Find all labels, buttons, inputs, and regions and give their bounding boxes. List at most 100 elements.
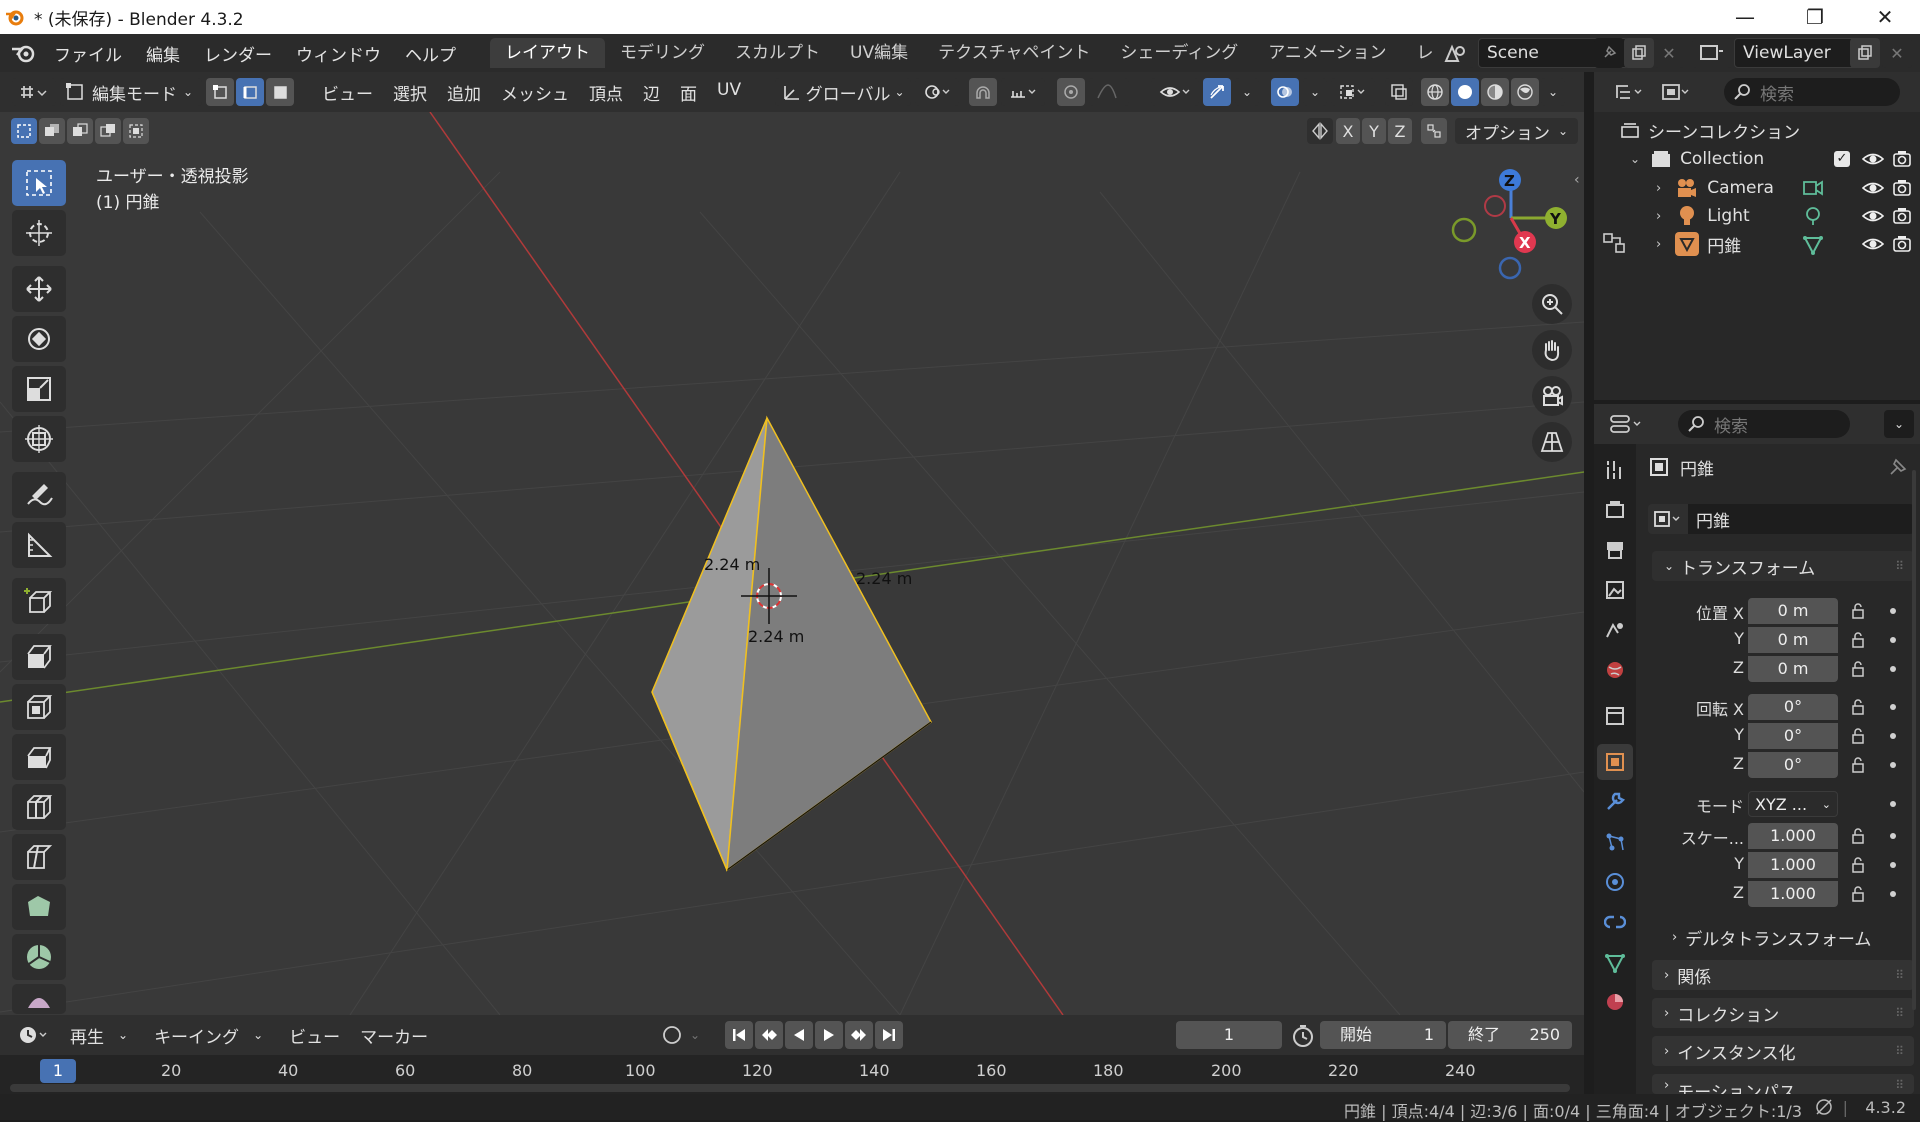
menu-mesh[interactable]: メッシュ [491,80,579,105]
rendered-shading-icon[interactable] [1511,78,1540,106]
tab-modeling[interactable]: モデリング [605,38,720,68]
menu-playback[interactable]: 再生 [60,1023,114,1048]
outliner-item-light[interactable]: › Light [1594,202,1920,230]
menu-keying[interactable]: キーイング [144,1023,249,1048]
scene-collection-row[interactable]: シーンコレクション [1594,116,1920,144]
motion-paths-section[interactable]: › モーションパス ⠿ [1652,1074,1914,1094]
visibility-dropdown-icon[interactable] [1151,78,1200,106]
end-frame-field[interactable]: 終了 250 [1448,1021,1572,1049]
drag-handle-icon[interactable]: ⠿ [1895,559,1904,573]
scale-tool-icon[interactable] [12,366,66,412]
select-extend-icon[interactable] [39,118,65,144]
timeline-editor-type-icon[interactable] [14,1021,54,1049]
lock-icon[interactable] [1850,756,1868,774]
vertex-select-button[interactable] [206,78,234,106]
render-camera-icon[interactable] [1892,235,1912,253]
outliner-search-input[interactable]: 検索 [1724,78,1900,106]
properties-search-input[interactable]: 検索 [1678,410,1850,438]
constraints-tab-icon[interactable] [1597,904,1633,940]
keyframe-dot-icon[interactable] [1890,637,1896,643]
eye-icon[interactable] [1862,151,1884,167]
scene-tab-icon[interactable] [1597,612,1633,648]
wireframe-shading-icon[interactable] [1421,78,1450,106]
expand-camera-icon[interactable]: › [1656,181,1661,196]
next-keyframe-icon[interactable] [845,1021,873,1049]
transform-tool-icon[interactable] [12,416,66,462]
loop-cut-tool-icon[interactable] [12,784,66,830]
tab-uv-editing[interactable]: UV編集 [835,38,923,68]
lock-icon[interactable] [1850,660,1868,678]
location-z-field[interactable]: 0 m [1748,656,1838,682]
menu-file[interactable]: ファイル [42,41,134,66]
cursor-tool-icon[interactable] [12,210,66,256]
3d-viewport[interactable]: 2.24 m 2.24 m 2.24 m Z Y X 編集モード ⌄ ビュー 選択… [0,72,1584,1015]
lock-icon[interactable] [1850,885,1868,903]
data-tab-icon[interactable] [1597,944,1633,980]
object-tab-icon[interactable] [1597,744,1633,780]
lock-icon[interactable] [1850,631,1868,649]
select-intersect-icon[interactable] [123,118,149,144]
location-y-field[interactable]: 0 m [1748,627,1838,653]
play-reverse-icon[interactable] [785,1021,813,1049]
rotation-y-field[interactable]: 0° [1748,723,1838,749]
mirror-y-toggle[interactable]: Y [1362,118,1386,144]
close-icon[interactable]: ✕ [1850,0,1920,34]
tool-tab-icon[interactable] [1597,452,1633,488]
rotate-tool-icon[interactable] [12,316,66,362]
snap-toggle-icon[interactable] [969,78,998,106]
particles-tab-icon[interactable] [1597,824,1633,860]
snap-target-icon[interactable] [1001,78,1046,106]
timeline-scrollbar[interactable] [10,1084,1570,1092]
pin-scene-icon[interactable] [1594,38,1624,68]
prev-keyframe-icon[interactable] [755,1021,783,1049]
select-box-tool-icon[interactable] [12,160,66,206]
pan-hand-icon[interactable] [1532,330,1572,370]
mirror-z-toggle[interactable]: Z [1388,118,1412,144]
blender-menu-icon[interactable] [6,34,42,72]
poly-build-tool-icon[interactable] [12,884,66,930]
mirror-x-toggle[interactable]: X [1336,118,1360,144]
menu-view[interactable]: ビュー [312,80,383,105]
measure-tool-icon[interactable] [12,522,66,568]
new-viewlayer-icon[interactable] [1850,38,1880,68]
play-icon[interactable] [815,1021,843,1049]
select-subtract-icon[interactable] [67,118,93,144]
scale-z-field[interactable]: 1.000 [1748,881,1838,907]
keyframe-dot-icon[interactable] [1890,704,1896,710]
options-dropdown[interactable]: オプション ⌄ [1455,118,1579,144]
viewlayer-selector-icon[interactable] [1692,38,1732,68]
navigation-gizmo[interactable]: Z Y X [1451,169,1567,280]
scale-y-field[interactable]: 1.000 [1748,852,1838,878]
tab-layout[interactable]: レイアウト [490,38,605,68]
delete-scene-icon[interactable]: ✕ [1654,38,1684,68]
material-tab-icon[interactable] [1597,984,1633,1020]
extrude-tool-icon[interactable] [12,634,66,680]
expand-light-icon[interactable]: › [1656,209,1661,224]
menu-uv[interactable]: UV [707,80,751,105]
network-off-icon[interactable] [1814,1098,1834,1116]
lock-icon[interactable] [1850,827,1868,845]
preview-range-icon[interactable] [1290,1023,1316,1049]
tab-texture-paint[interactable]: テクスチャペイント [923,38,1105,68]
add-cube-tool-icon[interactable] [12,578,66,624]
pivot-point-icon[interactable] [915,78,960,106]
overlay-dropdown-icon[interactable]: ⌄ [1303,78,1328,106]
pin-icon[interactable] [1888,457,1908,477]
keyframe-dot-icon[interactable] [1890,833,1896,839]
tab-shading[interactable]: シェーディング [1105,38,1253,68]
camera-data-icon[interactable] [1802,178,1824,198]
keyframe-dot-icon[interactable] [1890,608,1896,614]
keyframe-dot-icon[interactable] [1890,891,1896,897]
collections-section[interactable]: › コレクション ⠿ [1652,998,1914,1028]
face-select-button[interactable] [266,78,294,106]
lock-icon[interactable] [1850,856,1868,874]
output-tab-icon[interactable] [1597,532,1633,568]
mode-dropdown[interactable]: 編集モード ⌄ [60,78,202,106]
edge-select-button[interactable] [236,78,264,106]
delete-viewlayer-icon[interactable]: ✕ [1882,38,1912,68]
view-layer-tab-icon[interactable] [1597,572,1633,608]
menu-timeline-view[interactable]: ビュー [279,1023,350,1048]
keyframe-dot-icon[interactable] [1890,666,1896,672]
keyframe-dot-icon[interactable] [1890,762,1896,768]
xray-toggle-icon[interactable] [1385,78,1414,106]
